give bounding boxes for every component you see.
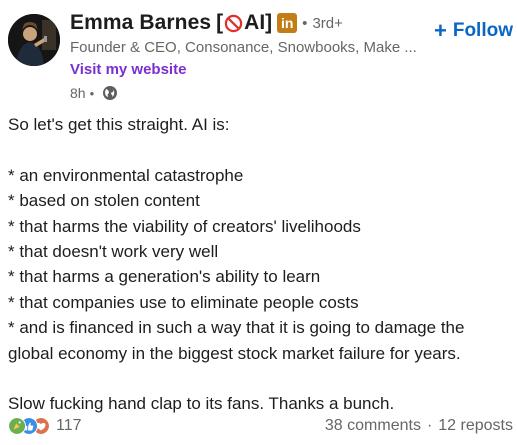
reposts-link[interactable]: 12 reposts <box>438 417 513 435</box>
author-name[interactable]: Emma Barnes <box>70 11 211 35</box>
post-line: * an environmental catastrophe <box>8 165 244 185</box>
author-info: Emma Barnes [ AI] in • 3rd+ Founder & CE… <box>70 8 420 104</box>
plus-icon: + <box>433 18 447 43</box>
author-name-tag-open: [ <box>216 11 224 34</box>
post-line: * that companies use to eliminate people… <box>8 292 359 312</box>
post-line: So let's get this straight. AI is: <box>8 115 230 134</box>
degree-separator: • <box>302 14 308 32</box>
reaction-icons <box>8 417 52 435</box>
visit-website-link[interactable]: Visit my website <box>70 59 420 81</box>
reaction-count: 117 <box>56 417 82 434</box>
follow-button[interactable]: + Follow <box>434 20 513 42</box>
social-counts: 117 38 comments · 12 reposts <box>8 412 513 440</box>
post-text: So let's get this straight. AI is: * an … <box>8 112 513 417</box>
post-line: * that doesn't work very well <box>8 242 219 262</box>
post-line: * that harms the viability of creators' … <box>8 216 361 236</box>
author-name-tag-text: AI] <box>244 11 273 34</box>
celebrate-icon <box>8 417 26 435</box>
avatar[interactable] <box>8 14 60 66</box>
author-headline: Founder & CEO, Consonance, Snowbooks, Ma… <box>70 39 417 56</box>
globe-icon <box>103 86 118 100</box>
linkedin-premium-icon: in <box>277 13 298 33</box>
prohibition-icon <box>224 14 243 32</box>
stats-separator: · <box>426 417 433 434</box>
reactions-summary[interactable]: 117 <box>8 417 82 435</box>
comments-link[interactable]: 38 comments <box>325 417 421 435</box>
post-meta: 8h • <box>70 82 420 104</box>
author-name-tag: [ AI] <box>211 11 272 35</box>
post-time: 8h <box>70 85 86 101</box>
post-line: * based on stolen content <box>8 191 200 211</box>
engagement-stats: 38 comments · 12 reposts <box>325 417 513 435</box>
follow-label: Follow <box>452 20 513 41</box>
time-separator: • <box>89 85 95 101</box>
author-name-line: Emma Barnes [ AI] in • 3rd+ <box>70 8 420 38</box>
post-line: * that harms a generation's ability to l… <box>8 267 321 287</box>
post-line: * and is financed in such a way that it … <box>8 318 465 338</box>
post-header: Emma Barnes [ AI] in • 3rd+ Founder & CE… <box>8 8 513 104</box>
connection-degree: 3rd+ <box>312 14 343 32</box>
post-line: global economy in the biggest stock mark… <box>8 343 461 363</box>
